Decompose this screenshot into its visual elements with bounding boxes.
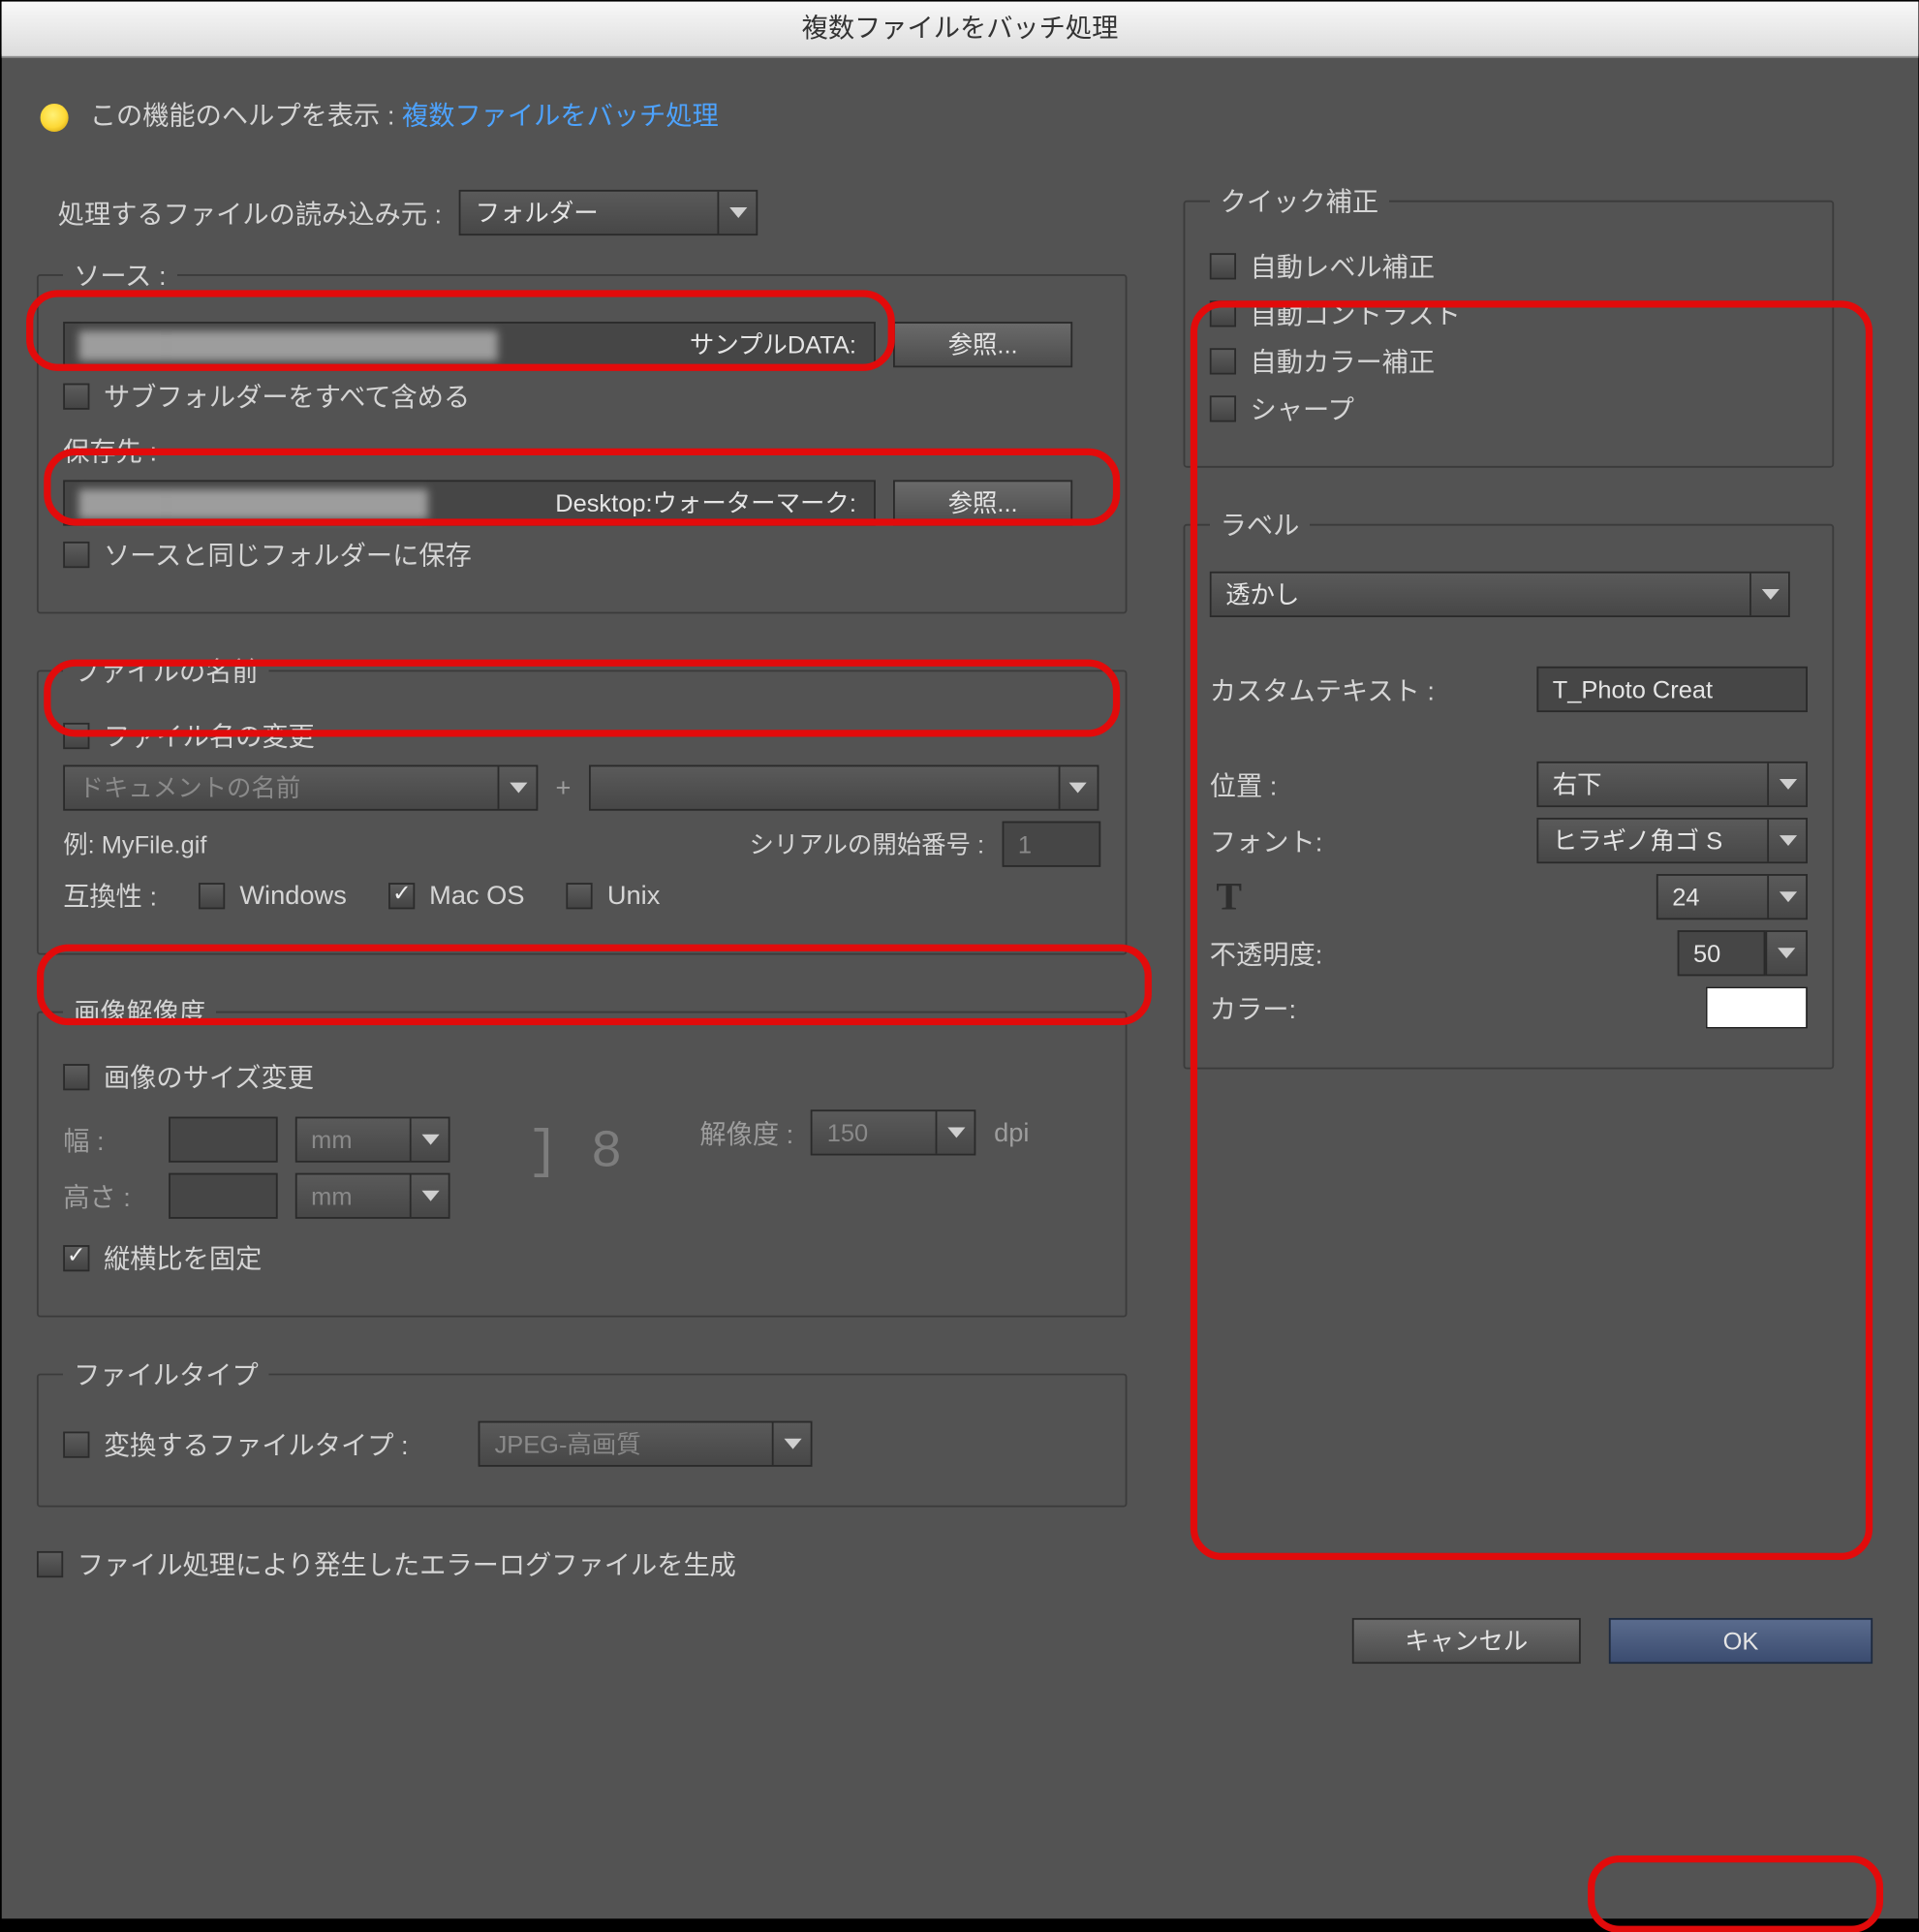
name-token-2-select[interactable] bbox=[588, 764, 1098, 810]
chevron-down-icon bbox=[1767, 763, 1806, 805]
convert-filetype-checkbox[interactable]: 変換するファイルタイプ : bbox=[63, 1425, 408, 1462]
font-select[interactable]: ヒラギノ角ゴ S bbox=[1536, 817, 1808, 862]
plus-separator: + bbox=[555, 772, 571, 802]
help-prefix: この機能のヘルプを表示 : bbox=[89, 102, 394, 132]
process-from-label: 処理するファイルの読み込み元 : bbox=[57, 194, 441, 231]
height-unit-select[interactable]: mm bbox=[294, 1172, 449, 1218]
compat-windows-checkbox[interactable]: Windows bbox=[199, 881, 346, 911]
quickfix-group: クイック補正 自動レベル補正 自動コントラスト 自動カラー補正 シャープ bbox=[1183, 182, 1834, 467]
chevron-down-icon bbox=[1767, 819, 1806, 861]
image-size-legend: 画像解像度 bbox=[63, 993, 216, 1030]
resolution-select[interactable]: 150 bbox=[811, 1109, 976, 1155]
width-label: 幅 : bbox=[63, 1121, 151, 1158]
font-label: フォント: bbox=[1209, 822, 1321, 858]
label-type-select[interactable]: 透かし bbox=[1209, 571, 1789, 616]
source-path-field[interactable]: ████████████████████████ サンプルDATA: bbox=[63, 322, 876, 367]
opacity-input[interactable]: 50 bbox=[1677, 930, 1765, 976]
link-icon: ] 8 bbox=[527, 1137, 622, 1169]
compat-macos-checkbox[interactable]: Mac OS bbox=[388, 881, 524, 911]
serial-label: シリアルの開始番号 : bbox=[749, 829, 984, 857]
ok-button[interactable]: OK bbox=[1608, 1617, 1872, 1663]
chevron-down-icon bbox=[718, 191, 757, 234]
filetype-legend: ファイルタイプ bbox=[63, 1356, 268, 1392]
chevron-down-icon bbox=[409, 1118, 448, 1161]
opacity-stepper[interactable] bbox=[1765, 930, 1808, 976]
color-swatch[interactable] bbox=[1705, 986, 1807, 1029]
process-from-select[interactable]: フォルダー bbox=[459, 189, 758, 234]
same-as-source-checkbox[interactable]: ソースと同じフォルダーに保存 bbox=[63, 536, 472, 573]
width-input[interactable] bbox=[169, 1116, 278, 1162]
auto-contrast-checkbox[interactable]: 自動コントラスト bbox=[1209, 295, 1460, 331]
help-line: この機能のヘルプを表示 : 複数ファイルをバッチ処理 bbox=[40, 96, 1882, 133]
color-label: カラー: bbox=[1209, 988, 1295, 1025]
fontsize-select[interactable]: 24 bbox=[1656, 874, 1807, 919]
filename-group: ファイルの名前 ファイル名の変更 ドキュメントの名前 + 例: MyFile.g… bbox=[36, 652, 1126, 954]
width-unit-select[interactable]: mm bbox=[294, 1116, 449, 1162]
quickfix-legend: クイック補正 bbox=[1209, 182, 1388, 219]
error-log-checkbox[interactable]: ファイル処理により発生したエラーログファイルを生成 bbox=[36, 1545, 735, 1582]
constrain-proportions-checkbox[interactable]: 縦横比を固定 bbox=[63, 1239, 262, 1276]
source-group: ソース : ████████████████████████ サンプルDATA:… bbox=[36, 256, 1126, 613]
filetype-group: ファイルタイプ 変換するファイルタイプ : JPEG-高画質 bbox=[36, 1356, 1126, 1507]
batch-process-dialog: 複数ファイルをバッチ処理 この機能のヘルプを表示 : 複数ファイルをバッチ処理 … bbox=[0, 0, 1919, 1920]
title-bar: 複数ファイルをバッチ処理 bbox=[1, 1, 1918, 57]
saveto-path-field[interactable]: ████████████████████ Desktop:ウォーターマーク: bbox=[63, 480, 876, 525]
filetype-select[interactable]: JPEG-高画質 bbox=[479, 1420, 813, 1466]
text-size-icon: T bbox=[1209, 874, 1248, 919]
filename-example: 例: MyFile.gif bbox=[63, 826, 206, 861]
filename-legend: ファイルの名前 bbox=[63, 652, 268, 689]
source-browse-button[interactable]: 参照... bbox=[893, 322, 1072, 367]
include-subfolders-checkbox[interactable]: サブフォルダーをすべて含める bbox=[63, 378, 470, 415]
image-size-group: 画像解像度 画像のサイズ変更 幅 : mm 高さ : bbox=[36, 993, 1126, 1317]
chevron-down-icon bbox=[772, 1422, 811, 1465]
cancel-button[interactable]: キャンセル bbox=[1351, 1617, 1580, 1663]
chevron-down-icon bbox=[409, 1174, 448, 1217]
chevron-down-icon bbox=[1767, 931, 1806, 974]
position-label: 位置 : bbox=[1209, 765, 1277, 802]
auto-levels-checkbox[interactable]: 自動レベル補正 bbox=[1209, 247, 1434, 284]
position-select[interactable]: 右下 bbox=[1536, 761, 1808, 806]
chevron-down-icon bbox=[936, 1111, 975, 1154]
customtext-label: カスタムテキスト : bbox=[1209, 670, 1434, 707]
compat-unix-checkbox[interactable]: Unix bbox=[567, 881, 660, 911]
lightbulb-icon bbox=[40, 104, 68, 132]
chevron-down-icon bbox=[1058, 766, 1097, 809]
height-input[interactable] bbox=[169, 1172, 278, 1218]
annotation-callout bbox=[1588, 1854, 1883, 1932]
chevron-down-icon bbox=[1767, 875, 1806, 918]
resolution-unit: dpi bbox=[994, 1117, 1029, 1147]
name-token-1-select[interactable]: ドキュメントの名前 bbox=[63, 764, 538, 810]
source-legend: ソース : bbox=[63, 256, 176, 293]
resize-images-checkbox[interactable]: 画像のサイズ変更 bbox=[63, 1058, 314, 1095]
opacity-label: 不透明度: bbox=[1209, 934, 1321, 971]
auto-color-checkbox[interactable]: 自動カラー補正 bbox=[1209, 342, 1434, 379]
help-link[interactable]: 複数ファイルをバッチ処理 bbox=[401, 102, 718, 132]
serial-input[interactable]: 1 bbox=[1002, 821, 1100, 866]
label-group: ラベル 透かし カスタムテキスト : T_Photo Creat 位置 : 右下… bbox=[1183, 506, 1834, 1069]
height-label: 高さ : bbox=[63, 1177, 151, 1214]
saveto-label: 保存先 : bbox=[63, 432, 157, 469]
chevron-down-icon bbox=[497, 766, 536, 809]
compat-label: 互換性 : bbox=[63, 877, 157, 914]
label-legend: ラベル bbox=[1209, 506, 1310, 543]
customtext-input[interactable]: T_Photo Creat bbox=[1536, 666, 1808, 711]
chevron-down-icon bbox=[1749, 573, 1788, 615]
saveto-browse-button[interactable]: 参照... bbox=[893, 480, 1072, 525]
resolution-label: 解像度 : bbox=[699, 1113, 793, 1150]
sharpen-checkbox[interactable]: シャープ bbox=[1209, 390, 1353, 426]
rename-files-checkbox[interactable]: ファイル名の変更 bbox=[63, 717, 315, 754]
